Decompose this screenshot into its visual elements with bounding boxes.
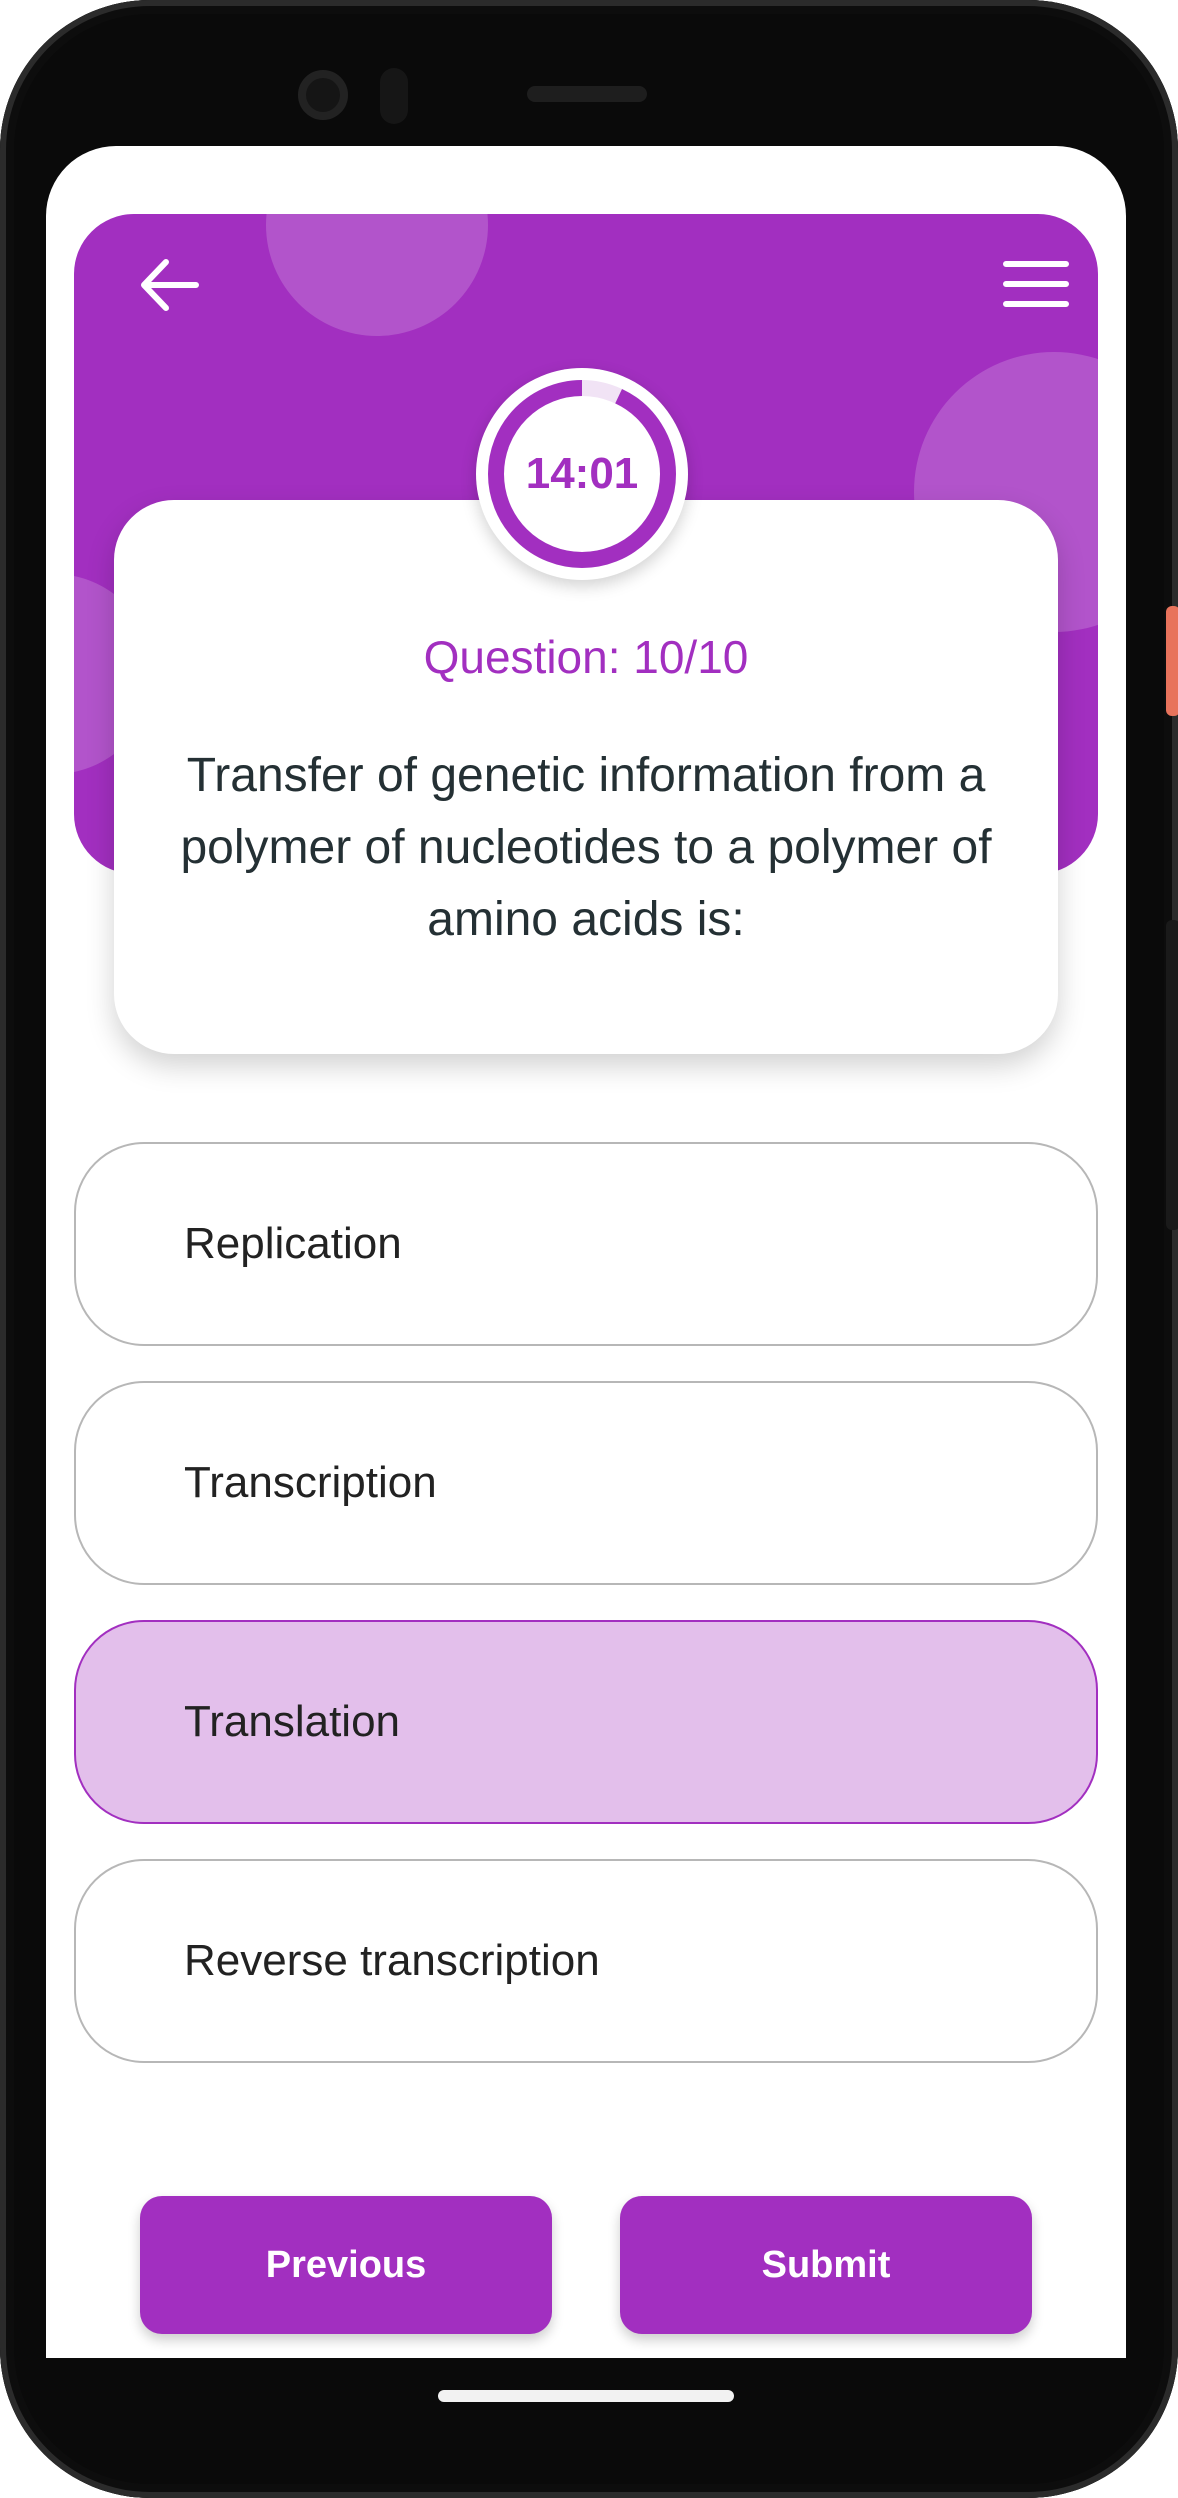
submit-button[interactable]: Submit [620,2196,1032,2334]
answer-option-3[interactable]: Translation [74,1620,1098,1824]
answer-option-4[interactable]: Reverse transcription [74,1859,1098,2063]
option-label: Replication [184,1219,402,1268]
proximity-sensor [380,68,408,124]
question-text: Transfer of genetic information from a p… [180,749,992,946]
countdown-timer: 14:01 [476,368,688,580]
volume-button [1166,920,1178,1230]
timer-value: 14:01 [525,449,639,498]
option-label: Transcription [184,1458,437,1507]
previous-button[interactable]: Previous [140,2196,552,2334]
app-screen: Question: 10/10 Transfer of genetic info… [46,146,1126,2358]
phone-frame: Question: 10/10 Transfer of genetic info… [0,0,1178,2498]
hamburger-menu-icon [1003,261,1069,307]
earpiece-speaker [527,86,647,102]
arrow-left-icon [141,259,199,311]
question-card: Question: 10/10 Transfer of genetic info… [114,500,1058,1054]
back-button[interactable] [134,250,204,320]
decorative-bubble [266,214,488,336]
option-label: Reverse transcription [184,1936,600,1985]
option-label: Translation [184,1697,401,1746]
power-button [1166,606,1178,716]
home-indicator[interactable] [438,2390,734,2402]
answer-option-1[interactable]: Replication [74,1142,1098,1346]
menu-button[interactable] [1002,254,1072,314]
question-counter: Question: 10/10 [423,631,749,683]
answer-option-2[interactable]: Transcription [74,1381,1098,1585]
front-camera [298,70,348,120]
